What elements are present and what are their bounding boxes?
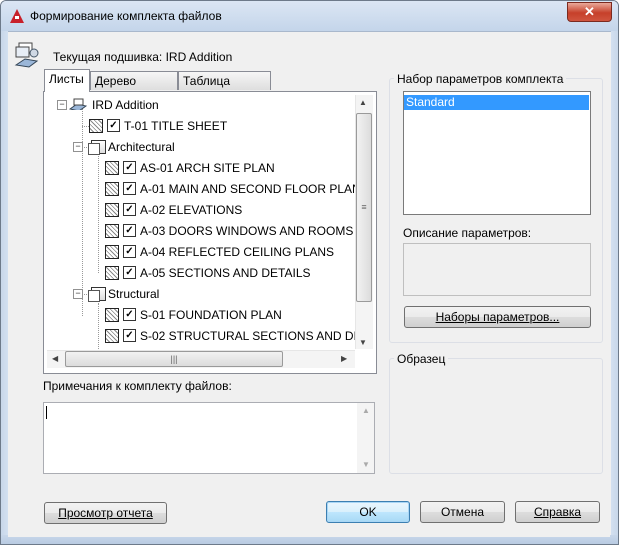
scroll-up-arrow-icon[interactable]: ▲ (359, 98, 367, 107)
parameter-sets-button[interactable]: Наборы параметров... (404, 306, 591, 328)
tree-label-root: IRD Addition (92, 98, 159, 112)
tree-subset-row[interactable]: − Architectural (47, 137, 355, 157)
sheet-icon (105, 266, 119, 280)
frame-right (611, 31, 618, 535)
tree-label-sheet: S-01 FOUNDATION PLAN (140, 308, 282, 322)
autocad-logo-icon (10, 9, 24, 23)
text-caret (46, 406, 47, 419)
parameter-set-group-label: Набор параметров комплекта (394, 72, 567, 86)
parameter-set-list-item[interactable]: Standard (404, 95, 589, 110)
view-report-button[interactable]: Просмотр отчета (44, 502, 167, 524)
sheet-checkbox[interactable]: ✓ (123, 245, 136, 258)
scroll-right-arrow-icon[interactable]: ▶ (341, 354, 347, 363)
tree-label-sheet: T-01 TITLE SHEET (124, 119, 228, 133)
subset-icon (88, 140, 106, 155)
sheet-tree[interactable]: − IRD Addition ✓ T-01 TITLE SHEET − Arch… (47, 95, 355, 349)
tree-label-sheet: A-04 REFLECTED CEILING PLANS (140, 245, 335, 259)
sheet-icon (105, 329, 119, 343)
tree-sheet-row[interactable] (47, 347, 355, 349)
tab-file-tree[interactable]: Дерево файлов (90, 71, 178, 107)
tree-label-subset: Structural (108, 287, 160, 301)
scroll-down-arrow-icon[interactable]: ▼ (359, 338, 367, 347)
collapse-toggle[interactable]: − (73, 142, 83, 152)
tree-label-sheet: A-02 ELEVATIONS (140, 203, 243, 217)
current-sheet-set-label: Текущая подшивка: IRD Addition (53, 50, 233, 64)
tab-sheets[interactable]: Листы (44, 69, 90, 92)
title-bar: Формирование комплекта файлов ✕ (1, 1, 618, 32)
scroll-up-arrow-icon[interactable]: ▲ (362, 406, 370, 415)
tab-file-table[interactable]: Таблица файлов (178, 71, 271, 107)
help-button[interactable]: Справка (515, 501, 600, 523)
tree-sheet-row[interactable]: ✓ S-01 FOUNDATION PLAN (47, 305, 355, 325)
sample-group (389, 358, 603, 474)
sheet-checkbox[interactable]: ✓ (107, 119, 120, 132)
tree-sheet-row[interactable]: ✓ S-02 STRUCTURAL SECTIONS AND DETA (47, 326, 355, 346)
sheet-checkbox[interactable]: ✓ (123, 161, 136, 174)
sheet-checkbox[interactable]: ✓ (123, 203, 136, 216)
sheet-set-transmittal-icon (14, 42, 39, 68)
scroll-left-arrow-icon[interactable]: ◀ (52, 354, 58, 363)
subset-icon (88, 287, 106, 302)
collapse-toggle[interactable]: − (57, 100, 67, 110)
tree-label-sheet: S-02 STRUCTURAL SECTIONS AND DETA (140, 329, 355, 343)
window-title: Формирование комплекта файлов (30, 9, 222, 23)
tree-vertical-scroll-thumb[interactable]: ≡ (356, 113, 372, 302)
cancel-button[interactable]: Отмена (420, 501, 505, 523)
frame-left (1, 31, 8, 535)
tree-subset-row[interactable]: − Structural (47, 284, 355, 304)
sheet-icon (105, 224, 119, 238)
tree-label-sheet: AS-01 ARCH SITE PLAN (140, 161, 275, 175)
sheet-icon (105, 245, 119, 259)
tree-sheet-row[interactable]: ✓ A-01 MAIN AND SECOND FLOOR PLAN (47, 179, 355, 199)
tree-sheet-row[interactable]: ✓ A-04 REFLECTED CEILING PLANS (47, 242, 355, 262)
sheet-checkbox[interactable]: ✓ (123, 329, 136, 342)
tree-sheet-row[interactable]: ✓ AS-01 ARCH SITE PLAN (47, 158, 355, 178)
scroll-down-arrow-icon[interactable]: ▼ (362, 460, 370, 469)
parameter-sets-button-label: Наборы параметров... (435, 310, 560, 324)
sheet-icon (105, 182, 119, 196)
view-report-button-label: Просмотр отчета (58, 506, 153, 520)
sheet-icon (89, 119, 103, 133)
sheet-set-icon (69, 98, 87, 110)
tree-label-sheet: A-03 DOORS WINDOWS AND ROOMS (140, 224, 354, 238)
sheet-checkbox[interactable]: ✓ (123, 266, 136, 279)
tree-label-sheet: A-05 SECTIONS AND DETAILS (140, 266, 311, 280)
parameter-description-box (403, 243, 591, 296)
close-button[interactable]: ✕ (567, 2, 612, 22)
tree-sheet-row[interactable]: ✓ A-02 ELEVATIONS (47, 200, 355, 220)
tree-sheet-row[interactable]: ✓ A-03 DOORS WINDOWS AND ROOMS (47, 221, 355, 241)
tree-label-sheet: A-01 MAIN AND SECOND FLOOR PLAN (140, 182, 355, 196)
notes-textarea[interactable] (43, 402, 375, 474)
tree-horizontal-scroll-thumb[interactable]: ||| (65, 351, 283, 367)
sheet-checkbox[interactable]: ✓ (123, 308, 136, 321)
sheet-checkbox[interactable]: ✓ (123, 224, 136, 237)
tree-sheet-row[interactable]: ✓ A-05 SECTIONS AND DETAILS (47, 263, 355, 283)
notes-label: Примечания к комплекту файлов: (43, 379, 232, 393)
parameter-description-label: Описание параметров: (403, 226, 532, 240)
tree-label-subset: Architectural (108, 140, 175, 154)
sheet-icon (105, 203, 119, 217)
help-button-label: Справка (533, 505, 582, 519)
ok-button[interactable]: OK (326, 501, 410, 523)
tree-sheet-row[interactable]: ✓ T-01 TITLE SHEET (47, 116, 355, 136)
sheet-checkbox[interactable]: ✓ (123, 182, 136, 195)
sample-group-label: Образец (394, 352, 449, 366)
sheet-icon (105, 308, 119, 322)
tree-root-row[interactable]: − IRD Addition (47, 95, 355, 115)
collapse-toggle[interactable]: − (73, 289, 83, 299)
sheet-icon (105, 161, 119, 175)
